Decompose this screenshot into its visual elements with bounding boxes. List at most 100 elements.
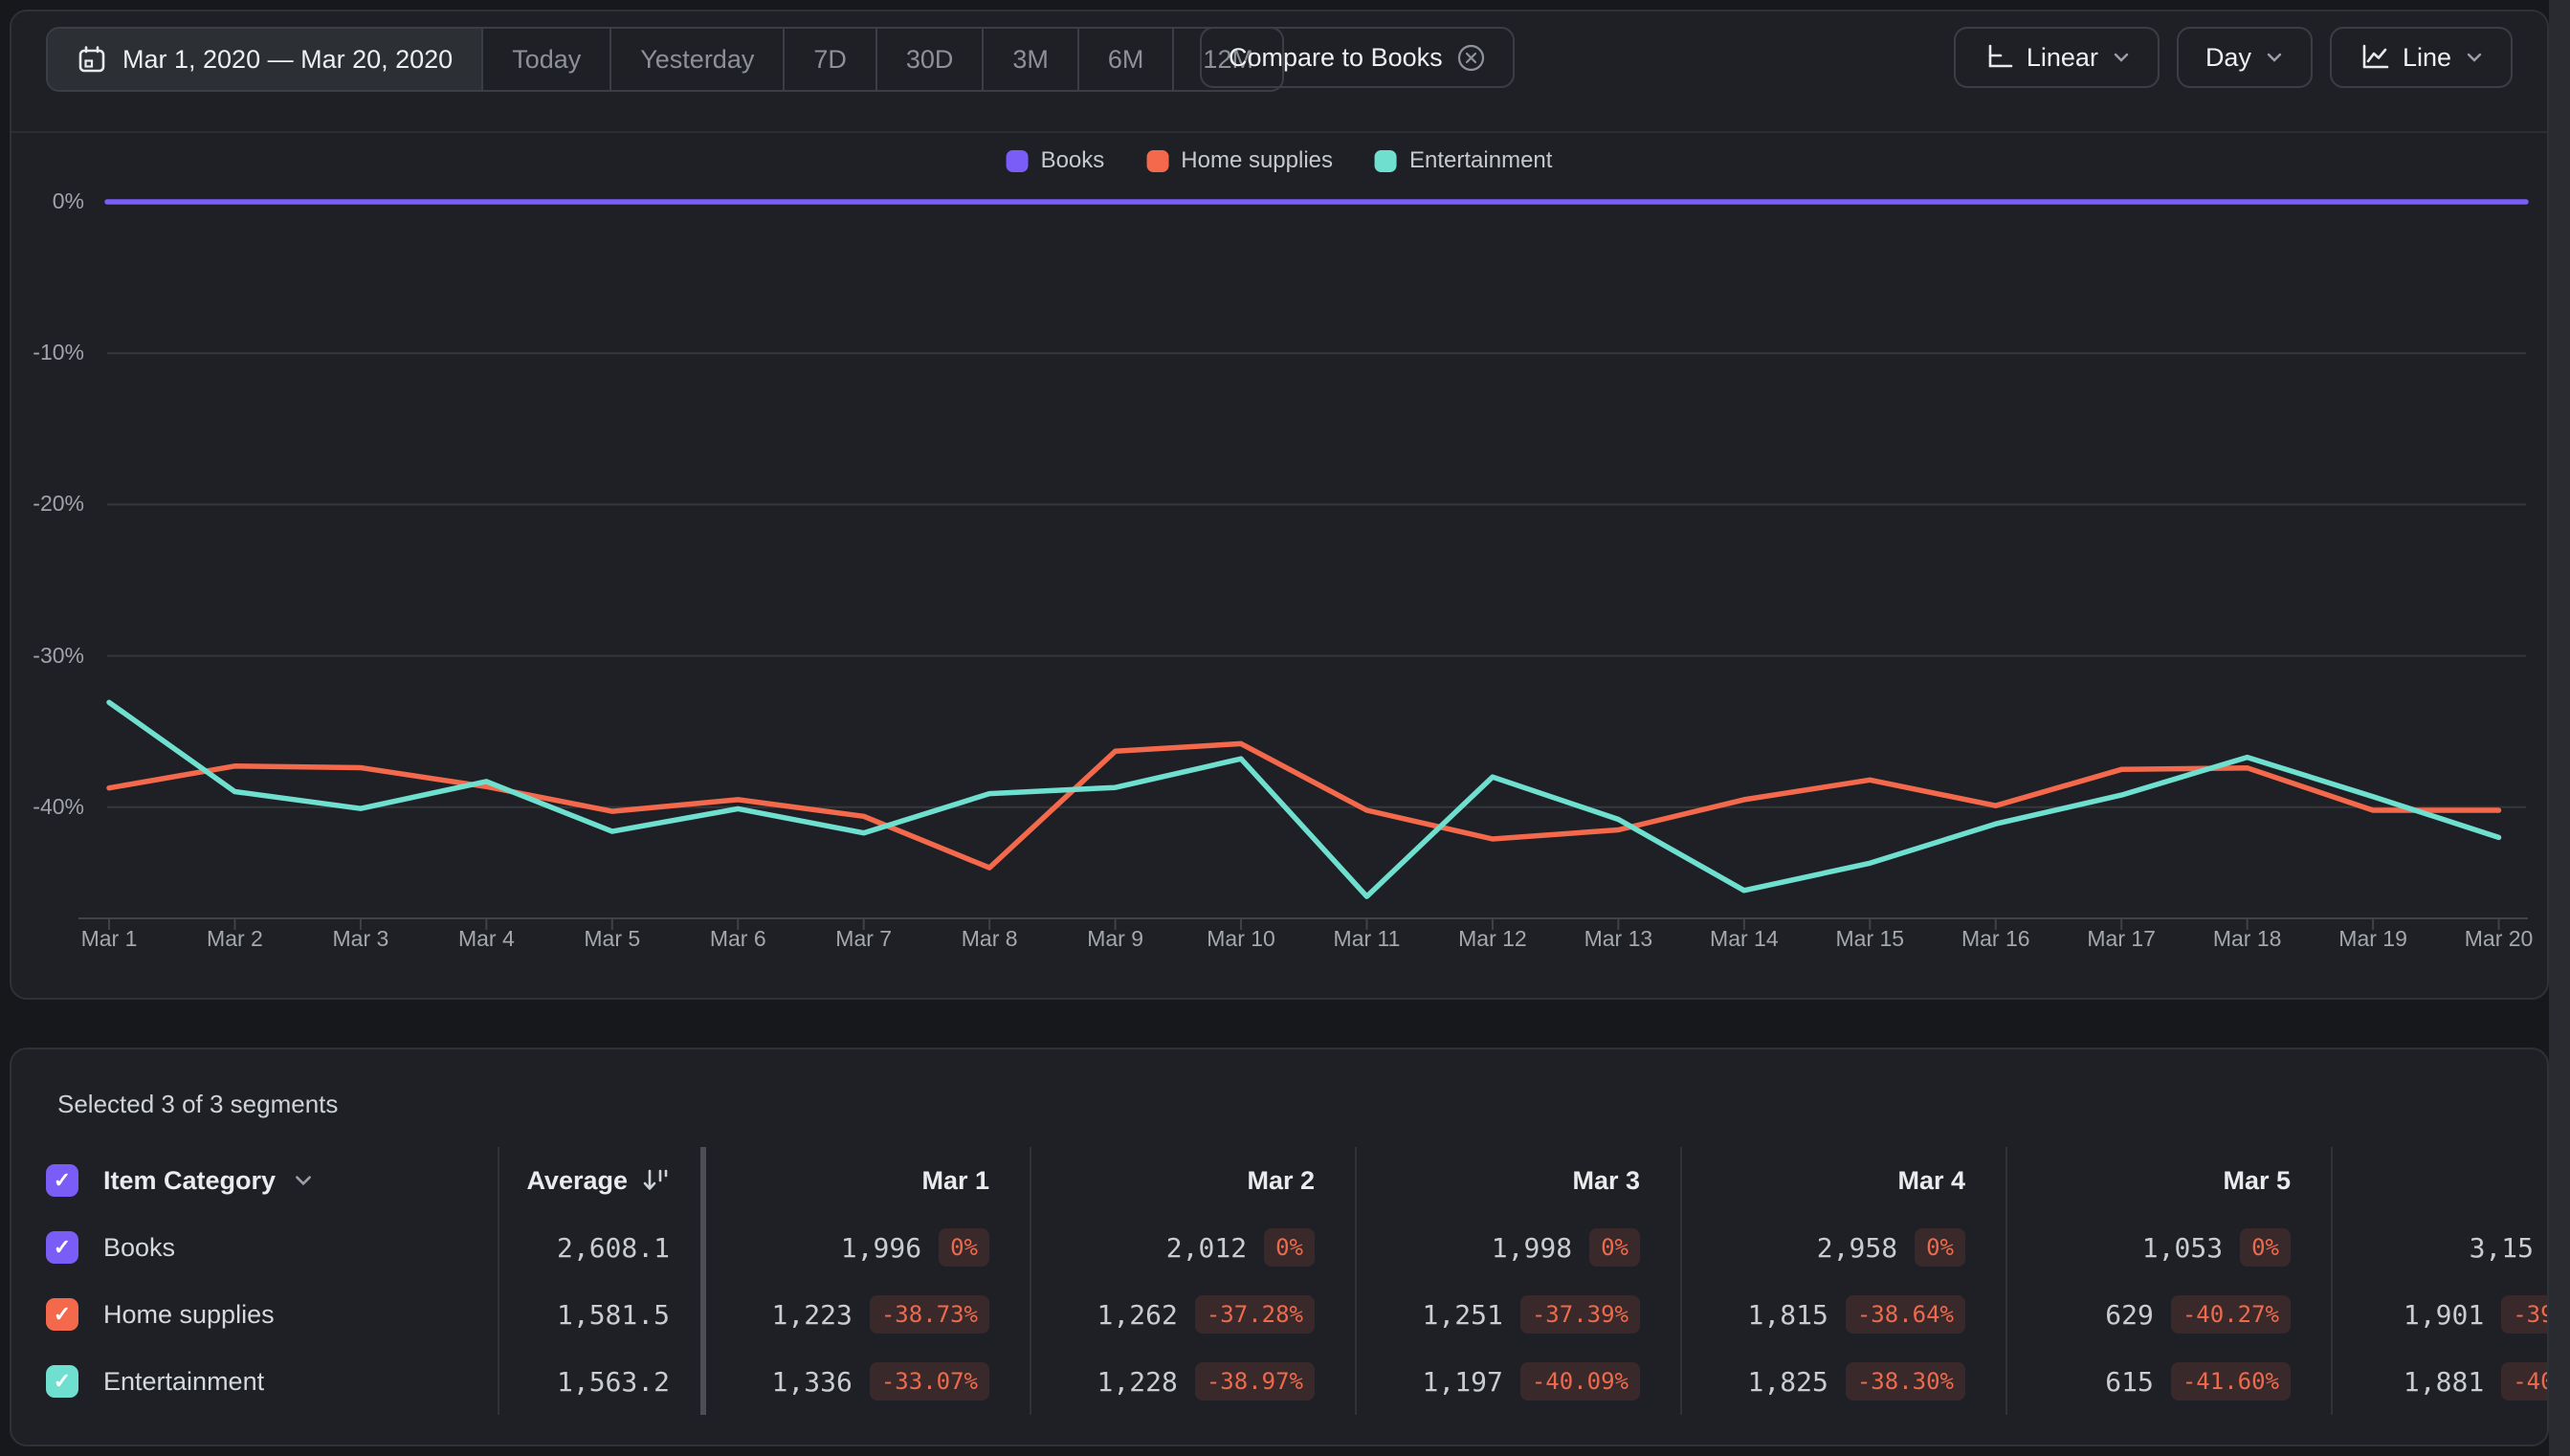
cell-value: 629 (2105, 1298, 2154, 1331)
category-header-cell: ✓ Item Category (11, 1147, 499, 1214)
legend-item-entertainment[interactable]: Entertainment (1375, 147, 1552, 174)
value-cell: 1,053 0% (2007, 1214, 2333, 1281)
cell-value: 1,881 (2403, 1365, 2485, 1398)
average-value: 2,608.1 (556, 1231, 670, 1264)
row-label: Books (103, 1232, 176, 1262)
date-range-label: Mar 1, 2020 — Mar 20, 2020 (122, 44, 454, 74)
preset-3m[interactable]: 3M (982, 29, 1077, 90)
change-badge: 0% (939, 1228, 989, 1267)
change-badge: 0% (1915, 1228, 1965, 1267)
table-row-category: ✓ Entertainment (11, 1348, 499, 1415)
cell-value: 1,228 (1097, 1365, 1178, 1398)
date-header-cell: Mar 2 (1031, 1147, 1357, 1214)
chevron-down-icon[interactable] (293, 1170, 314, 1191)
average-header-cell[interactable]: Average (499, 1147, 706, 1214)
series-line-home-supplies[interactable] (106, 740, 2502, 871)
row-label: Entertainment (103, 1366, 265, 1396)
value-cell: 1,815 -38.64% (1682, 1281, 2007, 1348)
preset-6m[interactable]: 6M (1076, 29, 1173, 90)
x-axis-tick-label: Mar 9 (1087, 926, 1143, 951)
average-value: 1,563.2 (556, 1365, 670, 1398)
average-value: 1,581.5 (556, 1298, 670, 1331)
change-badge: -40.27% (2170, 1295, 2291, 1334)
row-checkbox[interactable]: ✓ (46, 1231, 78, 1264)
change-badge: -39% (2501, 1295, 2547, 1334)
date-range-group: Mar 1, 2020 — Mar 20, 2020 Today Yesterda… (46, 27, 1284, 92)
legend-item-home-supplies[interactable]: Home supplies (1146, 147, 1333, 174)
x-axis-tick-label: Mar 3 (332, 926, 389, 951)
date-range-picker[interactable]: Mar 1, 2020 — Mar 20, 2020 (48, 29, 482, 90)
row-checkbox[interactable]: ✓ (46, 1298, 78, 1331)
cell-value: 2,012 (1165, 1231, 1248, 1264)
legend-label: Entertainment (1409, 147, 1553, 173)
x-axis-tick-label: Mar 12 (1458, 926, 1527, 951)
change-badge: -38.64% (1845, 1295, 1965, 1334)
change-badge: 0% (2240, 1228, 2291, 1267)
cell-value: 1,053 (2141, 1231, 2224, 1264)
change-badge: -38.73% (869, 1295, 989, 1334)
date-header-cell: Mar 5 (2007, 1147, 2333, 1214)
legend-swatch (1146, 149, 1169, 172)
chart-legend: Books Home supplies Entertainment (1006, 147, 1552, 174)
x-axis-tick-label: Mar 15 (1835, 926, 1905, 951)
cell-value: 1,996 (840, 1231, 922, 1264)
row-label: Home supplies (103, 1299, 275, 1329)
date-header-label: Mar 1 (921, 1165, 989, 1195)
select-all-checkbox[interactable]: ✓ (46, 1164, 78, 1197)
date-header-label: Mar 4 (1897, 1165, 1965, 1195)
compare-to-books-button[interactable]: Compare to Books (1200, 27, 1515, 88)
preset-30d[interactable]: 30D (875, 29, 983, 90)
series-line-entertainment[interactable] (106, 699, 2502, 899)
change-badge: -33.07% (869, 1362, 989, 1401)
date-header-cell (2333, 1147, 2547, 1214)
line-chart-icon (2359, 42, 2389, 73)
chart-options: Linear Day Line (1953, 27, 2513, 88)
cell-value: 1,336 (771, 1365, 853, 1398)
average-value-cell: 2,608.1 (499, 1214, 706, 1281)
scale-dropdown[interactable]: Linear (1953, 27, 2160, 88)
value-cell: 1,881 -40% (2333, 1348, 2547, 1415)
cell-value: 2,958 (1816, 1231, 1898, 1264)
value-cell: 615 -41.60% (2007, 1348, 2333, 1415)
value-cell: 1,996 0% (706, 1214, 1031, 1281)
value-cell: 1,251 -37.39% (1357, 1281, 1682, 1348)
x-axis-tick-label: Mar 11 (1333, 926, 1401, 951)
change-badge: -41.60% (2170, 1362, 2291, 1401)
page-scrollbar-track[interactable] (2549, 0, 2570, 1456)
legend-item-books[interactable]: Books (1006, 147, 1104, 174)
y-axis-tick-label: -10% (33, 340, 84, 365)
x-axis-tick-label: Mar 13 (1584, 926, 1653, 951)
chart-card: 0% -10% -20% -30% -40% Mar 1 Mar 2 Mar 3 Mar 4 Ma… (10, 10, 2549, 1000)
x-axis-tick-label: Mar 18 (2212, 926, 2282, 951)
preset-7d[interactable]: 7D (783, 29, 875, 90)
row-checkbox[interactable]: ✓ (46, 1365, 78, 1398)
cell-value: 615 (2105, 1365, 2154, 1398)
date-header-cell: Mar 4 (1682, 1147, 2007, 1214)
x-axis-tick-label: Mar 5 (584, 926, 641, 951)
cell-value: 1,197 (1422, 1365, 1503, 1398)
date-header-label: Mar 5 (2223, 1165, 2291, 1195)
scale-label: Linear (2026, 42, 2098, 72)
cell-value: 1,825 (1747, 1365, 1828, 1398)
preset-yesterday[interactable]: Yesterday (609, 29, 783, 90)
x-axis-tick-label: Mar 14 (1710, 926, 1779, 951)
compare-label: Compare to Books (1229, 42, 1443, 72)
cell-value: 1,223 (771, 1298, 853, 1331)
granularity-dropdown[interactable]: Day (2176, 27, 2313, 88)
sort-descending-icon[interactable] (641, 1166, 670, 1195)
chevron-down-icon (2265, 48, 2284, 67)
change-badge: -37.39% (1519, 1295, 1640, 1334)
value-cell: 1,262 -37.28% (1031, 1281, 1357, 1348)
chart-type-dropdown[interactable]: Line (2329, 27, 2513, 88)
close-circle-icon[interactable] (1456, 43, 1486, 73)
value-cell: 629 -40.27% (2007, 1281, 2333, 1348)
x-axis-tick-label: Mar 17 (2087, 926, 2156, 951)
preset-today[interactable]: Today (481, 29, 609, 90)
x-axis-tick-label: Mar 2 (207, 926, 263, 951)
date-header-cell: Mar 1 (706, 1147, 1031, 1214)
cell-value: 1,262 (1097, 1298, 1178, 1331)
value-cell: 1,197 -40.09% (1357, 1348, 1682, 1415)
legend-swatch (1375, 149, 1398, 172)
value-cell: 1,228 -38.97% (1031, 1348, 1357, 1415)
change-badge: -40.09% (1519, 1362, 1640, 1401)
